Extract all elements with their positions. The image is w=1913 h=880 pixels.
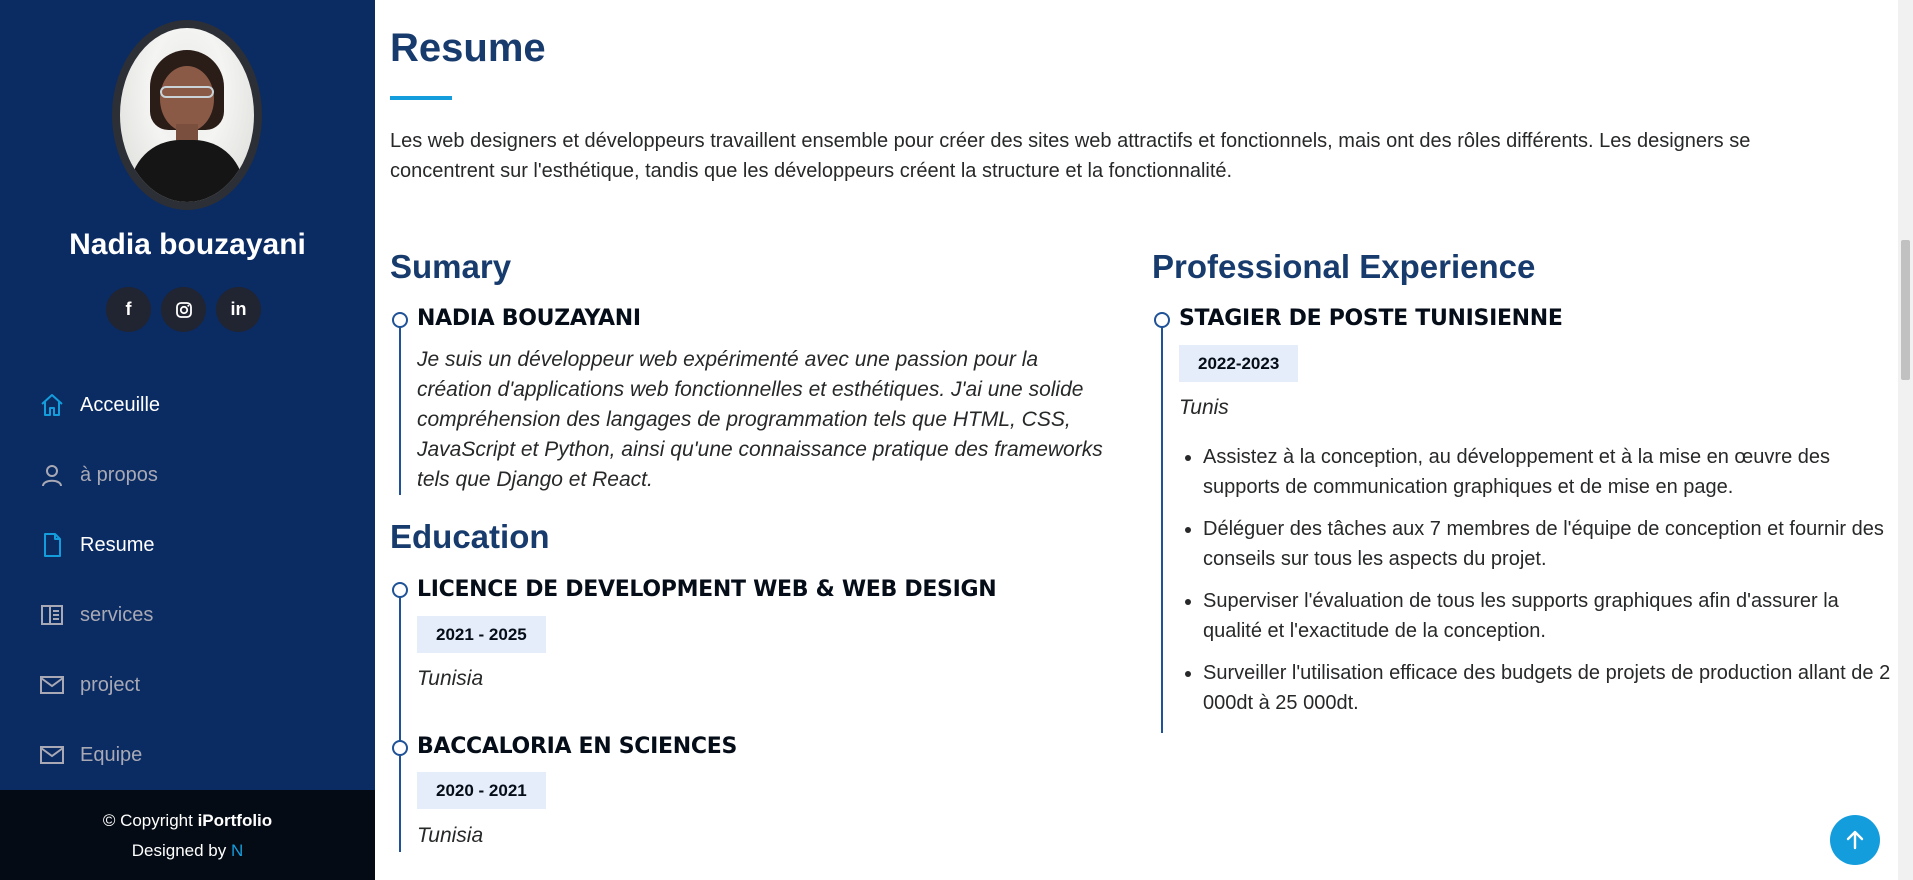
nav-label: Resume [80, 533, 155, 556]
facebook-icon: f [125, 299, 132, 319]
person-icon [38, 461, 66, 489]
timeline-dot [392, 740, 408, 756]
social-links: f in [106, 287, 261, 332]
timeline-line [399, 320, 401, 495]
education-place: Tunisia [417, 667, 484, 690]
timeline-dot [392, 312, 408, 328]
facebook-link[interactable]: f [106, 287, 151, 332]
envelope-icon [38, 741, 66, 769]
nav-item-equipe[interactable]: Equipe [0, 720, 375, 790]
copyright: © Copyright iPortfolio [102, 811, 273, 830]
file-icon [38, 531, 66, 559]
experience-bullets: Assistez à la conception, au développeme… [1179, 442, 1893, 730]
experience-title: STAGIER DE POSTE TUNISIENNE [1179, 306, 1563, 331]
summary-name: NADIA BOUZAYANI [417, 306, 641, 331]
nav-item-resume[interactable]: Resume [0, 510, 375, 580]
profile-photo [112, 20, 262, 210]
timeline-dot [1154, 312, 1170, 328]
credits: Designed by N [131, 841, 244, 860]
linkedin-link[interactable]: in [216, 287, 261, 332]
house-icon [38, 391, 66, 419]
nav-item-a-propos[interactable]: à propos [0, 440, 375, 510]
designer-link[interactable]: N [231, 841, 243, 860]
nav-label: project [80, 673, 141, 696]
summary-text: Je suis un développeur web expérimenté a… [417, 348, 1103, 491]
title-underline [390, 96, 452, 100]
nav-item-services[interactable]: services [0, 580, 375, 650]
sidebar: Nadia bouzayani f in Acceuille à propos … [0, 0, 375, 880]
sidebar-nav: Acceuille à propos Resume services proje… [0, 370, 375, 790]
section-intro: Les web designers et développeurs travai… [390, 130, 1751, 182]
experience-heading: Professional Experience [1152, 248, 1536, 285]
timeline-line [399, 590, 401, 852]
nav-item-acceuille[interactable]: Acceuille [0, 370, 375, 440]
resume-section: Resume Les web designers et développeurs… [390, 0, 1890, 880]
nav-label: à propos [80, 463, 158, 486]
section-title: Resume [390, 26, 546, 70]
arrow-up-icon [1846, 830, 1864, 850]
education-years: 2020 - 2021 [417, 772, 546, 809]
list-item: Surveiller l'utilisation efficace des bu… [1203, 658, 1893, 718]
timeline-dot [392, 582, 408, 598]
timeline-line [1161, 320, 1163, 733]
nav-label: Acceuille [80, 393, 161, 416]
instagram-icon [175, 301, 192, 318]
list-item: Superviser l'évaluation de tous les supp… [1203, 586, 1893, 646]
layout-icon [38, 601, 66, 629]
instagram-link[interactable] [161, 287, 206, 332]
sidebar-footer: © Copyright iPortfolio Designed by N [0, 790, 375, 880]
education-place: Tunisia [417, 824, 484, 847]
experience-place: Tunis [1179, 396, 1229, 419]
envelope-icon [38, 671, 66, 699]
experience-years: 2022-2023 [1179, 345, 1299, 382]
profile-name: Nadia bouzayani [69, 228, 306, 261]
scrollbar[interactable] [1898, 0, 1913, 880]
nav-item-project[interactable]: project [0, 650, 375, 720]
nav-label: Equipe [80, 743, 143, 766]
education-title: BACCALORIA EN SCIENCES [417, 734, 737, 759]
education-years: 2021 - 2025 [417, 616, 546, 653]
education-heading: Education [390, 518, 550, 555]
education-title: LICENCE DE DEVELOPMENT WEB & WEB DESIGN [417, 577, 997, 602]
list-item: Déléguer des tâches aux 7 membres de l'é… [1203, 514, 1893, 574]
linkedin-icon: in [230, 299, 247, 319]
summary-heading: Sumary [390, 248, 512, 285]
back-to-top-button[interactable] [1830, 815, 1880, 865]
list-item: Assistez à la conception, au développeme… [1203, 442, 1893, 502]
nav-label: services [80, 603, 154, 626]
scrollbar-thumb[interactable] [1901, 240, 1910, 380]
